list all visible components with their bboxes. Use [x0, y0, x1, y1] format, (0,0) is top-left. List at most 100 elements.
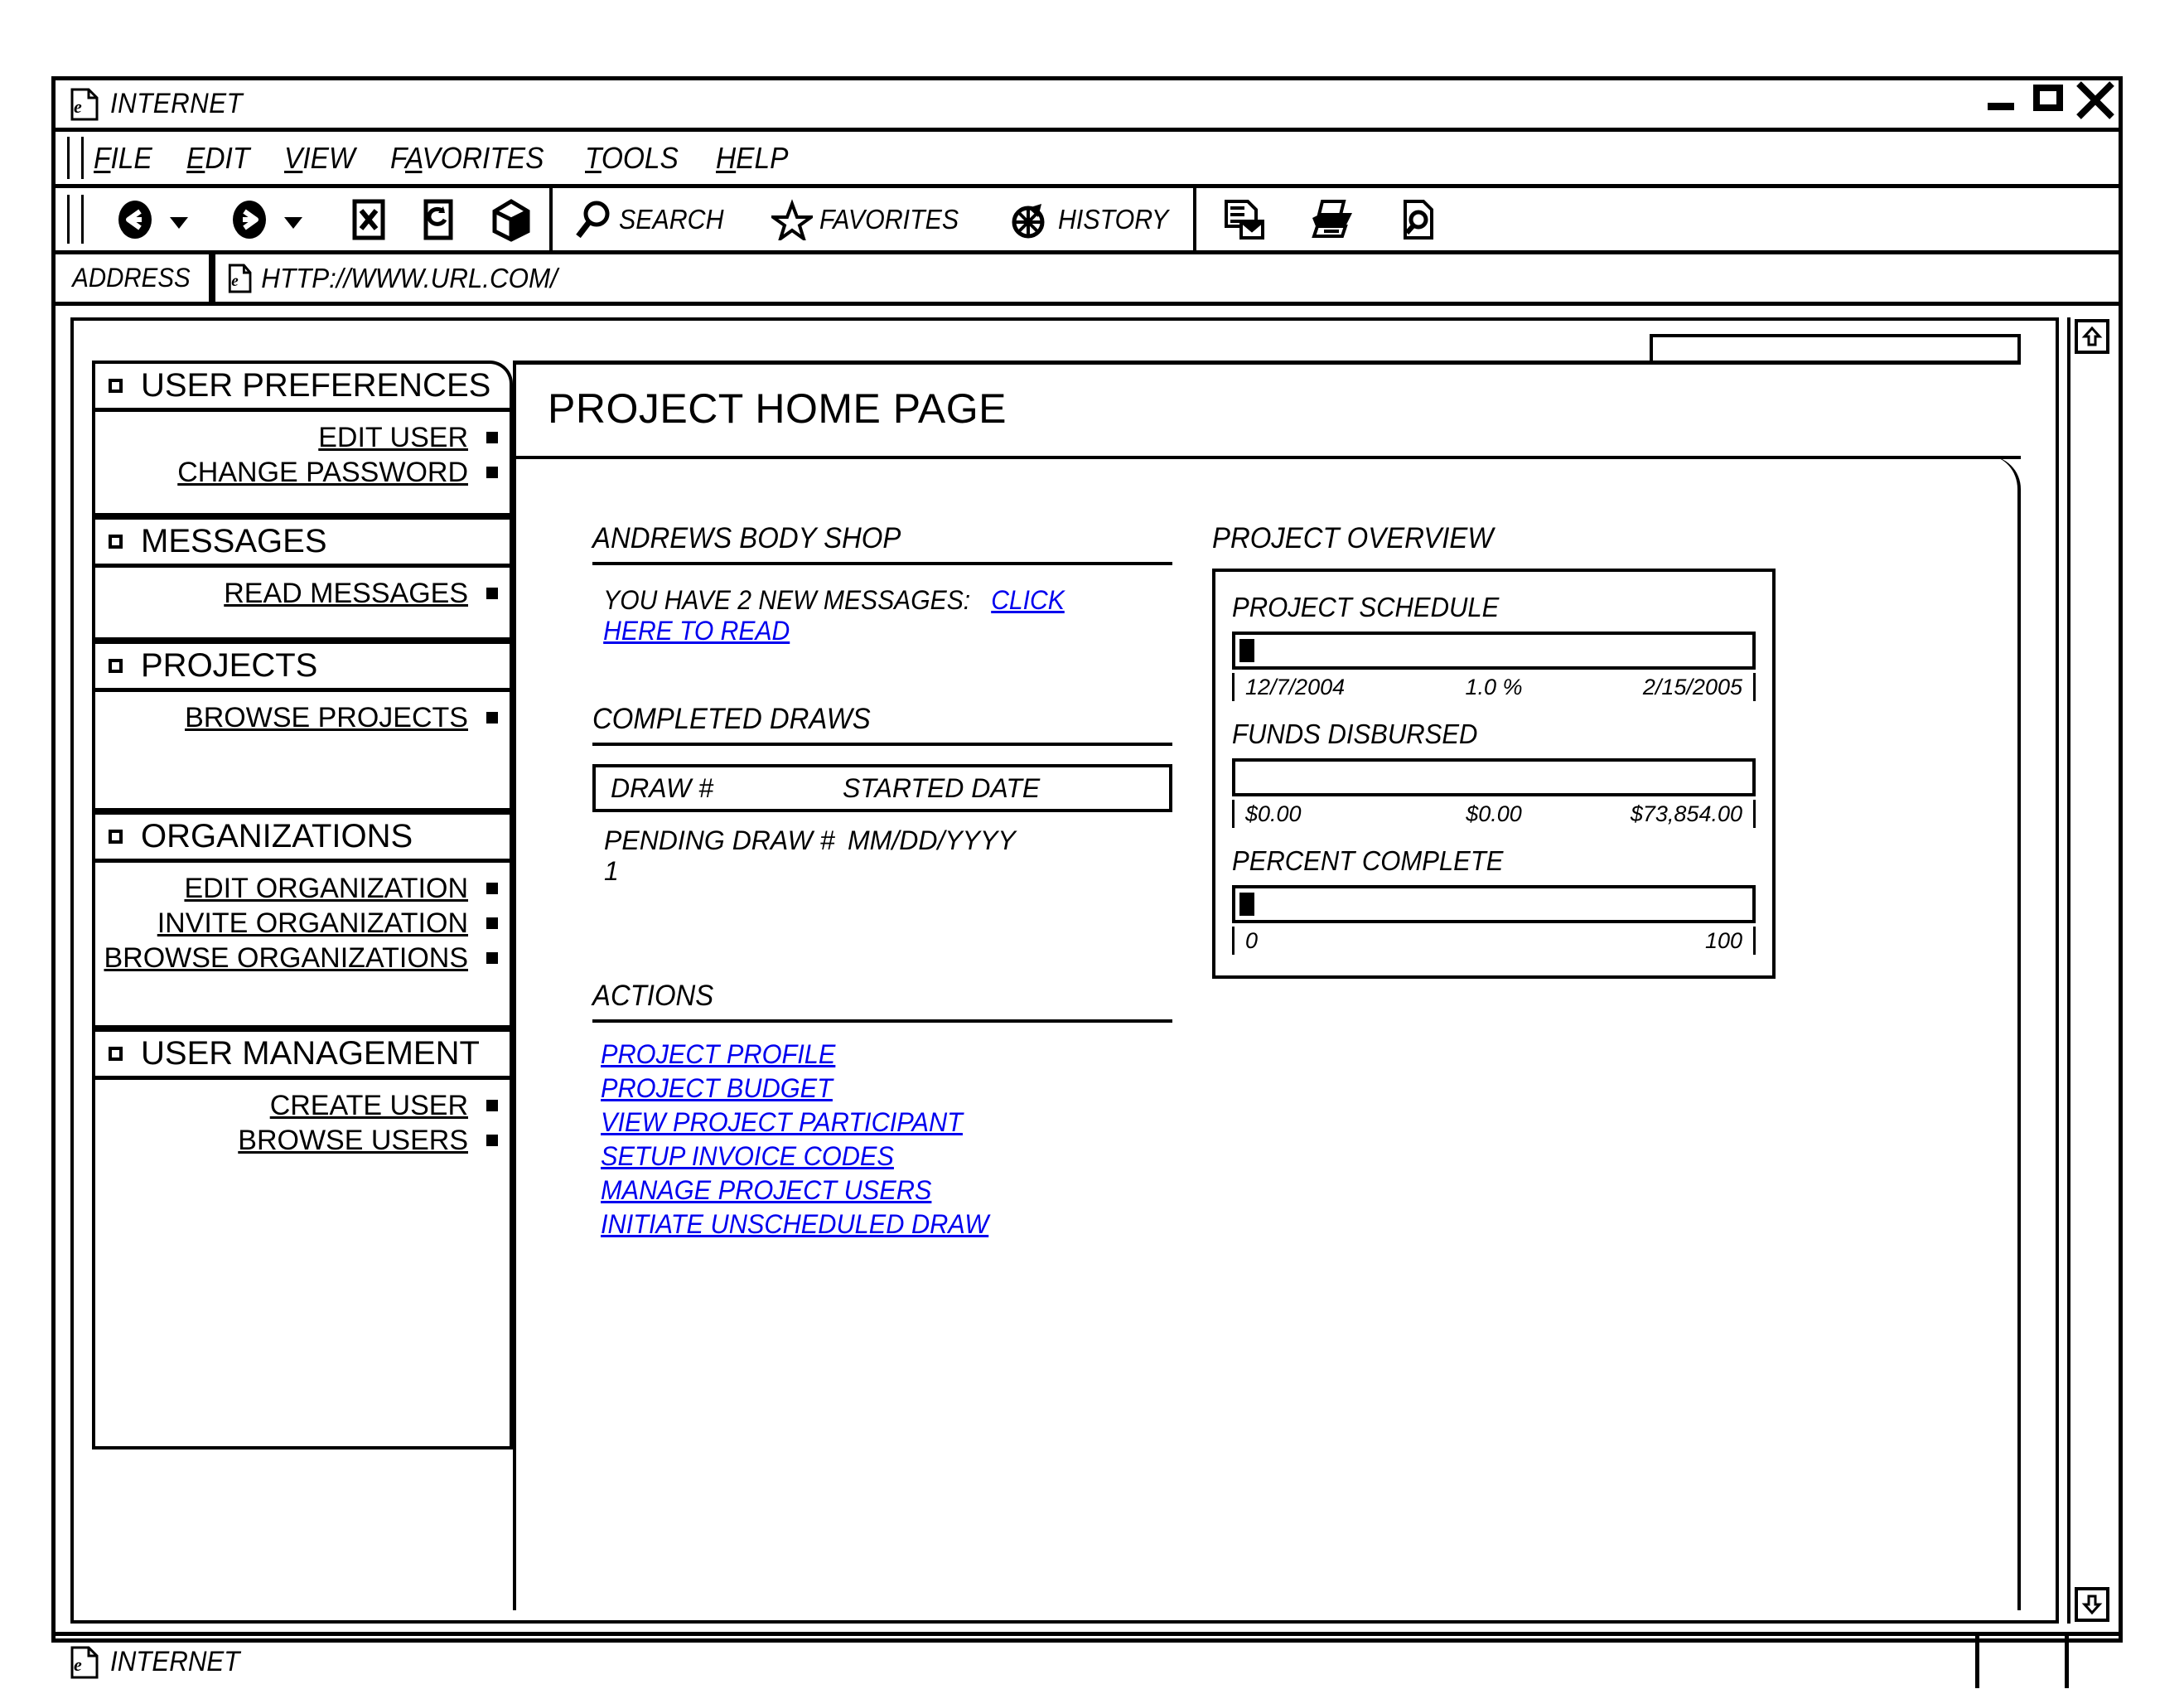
- cell-draw-number: PENDING DRAW # 1: [604, 825, 835, 886]
- action-setup-invoice-codes[interactable]: SETUP INVOICE CODES: [601, 1141, 894, 1172]
- status-bar: e INTERNET: [56, 1632, 2119, 1688]
- sidebar-group-label: PROJECTS: [141, 647, 318, 684]
- sidebar-link-label: CREATE USER: [269, 1089, 468, 1121]
- stop-x-icon: [352, 199, 385, 240]
- action-manage-project-users[interactable]: MANAGE PROJECT USERS: [601, 1175, 931, 1206]
- stop-button[interactable]: [349, 196, 389, 243]
- edit-button[interactable]: [1399, 198, 1438, 241]
- content-column-right: PROJECT OVERVIEW PROJECT SCHEDULE 12/7/2…: [1212, 522, 1776, 979]
- action-initiate-unscheduled-draw[interactable]: INITIATE UNSCHEDULED DRAW: [601, 1209, 988, 1240]
- bullet-icon: [486, 1135, 498, 1146]
- history-button[interactable]: HISTORY: [1008, 199, 1178, 240]
- scale-tick-right: [1753, 800, 1756, 828]
- close-icon[interactable]: [2072, 75, 2119, 122]
- maximize-icon[interactable]: [2026, 75, 2072, 122]
- printer-icon: [1312, 199, 1353, 238]
- browser-title-bar: e INTERNET: [56, 80, 2119, 132]
- sidebar-item-change-password[interactable]: CHANGE PASSWORD: [95, 455, 510, 490]
- progress-bar-project-schedule: [1232, 632, 1756, 670]
- actions-block: ACTIONS PROJECT PROFILE PROJECT BUDGET V…: [592, 980, 1172, 1240]
- sidebar-link-label: CHANGE PASSWORD: [177, 456, 468, 488]
- window-controls: [1979, 75, 2119, 122]
- project-overview-panel: PROJECT SCHEDULE 12/7/2004 1.0 % 2/15/20…: [1212, 569, 1776, 979]
- sidebar-group-projects: PROJECTS BROWSE PROJECTS: [92, 641, 513, 811]
- history-clock-icon: [1012, 203, 1045, 238]
- toolbar-drag-handle[interactable]: [67, 195, 84, 244]
- scale-end-value: 100: [1704, 928, 1742, 953]
- bullet-icon: [486, 952, 498, 964]
- address-bar: ADDRESS e HTTP://WWW.URL.COM/: [56, 254, 2119, 306]
- sidebar-item-create-user[interactable]: CREATE USER: [95, 1088, 510, 1123]
- mail-button[interactable]: [1221, 198, 1266, 241]
- metric-label: FUNDS DISBURSED: [1232, 719, 1478, 749]
- vertical-scrollbar[interactable]: [2067, 317, 2114, 1624]
- forward-button[interactable]: [226, 196, 302, 243]
- search-button[interactable]: SEARCH: [574, 199, 733, 240]
- sidebar-item-edit-organization[interactable]: EDIT ORGANIZATION: [95, 871, 510, 906]
- svg-text:e: e: [74, 96, 82, 117]
- scale-tick-left: [1232, 800, 1235, 828]
- action-project-profile[interactable]: PROJECT PROFILE: [601, 1039, 835, 1070]
- back-dropdown-caret[interactable]: [170, 216, 188, 229]
- address-input[interactable]: e HTTP://WWW.URL.COM/: [219, 263, 558, 294]
- sidebar-item-invite-organization[interactable]: INVITE ORGANIZATION: [95, 906, 510, 941]
- section-divider: [592, 562, 1172, 565]
- menu-item-tools[interactable]: TOOLS: [585, 141, 679, 176]
- project-overview-heading: PROJECT OVERVIEW: [1212, 522, 1494, 554]
- metric-scale: 0 100: [1232, 927, 1756, 955]
- action-project-budget[interactable]: PROJECT BUDGET: [601, 1073, 833, 1104]
- address-divider: [208, 254, 215, 302]
- forward-dropdown-caret[interactable]: [284, 216, 302, 229]
- menu-item-edit[interactable]: EDIT: [186, 141, 249, 176]
- sidebar-item-user-management[interactable]: USER MANAGEMENT: [92, 1028, 513, 1080]
- sidebar-group-user-management: USER MANAGEMENT CREATE USER BROWSE USERS: [92, 1028, 513, 1449]
- status-text: INTERNET: [110, 1646, 240, 1677]
- sidebar-link-label: BROWSE ORGANIZATIONS: [104, 941, 468, 974]
- forward-arrow-icon: [233, 200, 266, 239]
- back-button[interactable]: [112, 196, 188, 243]
- browser-title: INTERNET: [110, 88, 244, 119]
- action-view-project-participant[interactable]: VIEW PROJECT PARTICIPANT: [601, 1107, 963, 1138]
- status-slot-1: [1975, 1636, 1979, 1688]
- magnifier-icon: [576, 201, 610, 238]
- menu-item-help[interactable]: HELP: [716, 141, 788, 176]
- sidebar-item-read-messages[interactable]: READ MESSAGES: [95, 576, 510, 611]
- sidebar-group-user-preferences: USER PREFERENCES EDIT USER CHANGE PASSWO…: [92, 361, 513, 516]
- menu-item-favorites[interactable]: FAVORITES: [390, 141, 544, 176]
- main-panel: PROJECT HOME PAGE ANDREWS BODY SHOP YOU …: [513, 361, 2021, 1610]
- sidebar-link-label: EDIT ORGANIZATION: [184, 872, 468, 904]
- sidebar-group-label: MESSAGES: [141, 523, 327, 559]
- minimize-icon[interactable]: [1979, 75, 2026, 122]
- refresh-button[interactable]: [418, 196, 458, 243]
- completed-draws-block: COMPLETED DRAWS DRAW # STARTED DATE PEND…: [592, 703, 1172, 887]
- scale-start-value: $0.00: [1245, 801, 1302, 826]
- sidebar-item-browse-organizations[interactable]: BROWSE ORGANIZATIONS: [95, 941, 510, 975]
- home-button[interactable]: [488, 196, 534, 243]
- sidebar-item-browse-users[interactable]: BROWSE USERS: [95, 1123, 510, 1158]
- bullet-square-icon: [109, 535, 123, 549]
- sidebar-item-messages[interactable]: MESSAGES: [92, 516, 513, 568]
- sidebar-item-projects[interactable]: PROJECTS: [92, 641, 513, 692]
- print-button[interactable]: [1307, 198, 1357, 241]
- scroll-up-arrow-icon[interactable]: [2075, 319, 2109, 354]
- actions-list: PROJECT PROFILE PROJECT BUDGET VIEW PROJ…: [592, 1039, 1172, 1240]
- document-search-icon: [1404, 199, 1434, 240]
- scroll-down-arrow-icon[interactable]: [2075, 1587, 2109, 1622]
- bullet-square-icon: [109, 659, 123, 673]
- browser-window: e INTERNET FFILEILE EDIT VIEW FAVORITES …: [51, 76, 2123, 1688]
- bullet-icon: [486, 432, 498, 443]
- sidebar-item-user-preferences[interactable]: USER PREFERENCES: [92, 361, 513, 412]
- completed-draws-heading: COMPLETED DRAWS: [592, 703, 871, 735]
- favorites-button[interactable]: FAVORITES: [771, 198, 971, 240]
- menu-item-file[interactable]: FFILEILE: [94, 141, 152, 176]
- sidebar-item-edit-user[interactable]: EDIT USER: [95, 420, 510, 455]
- metric-label: PERCENT COMPLETE: [1232, 845, 1504, 876]
- menu-drag-handle[interactable]: [67, 137, 84, 179]
- sidebar-link-label: READ MESSAGES: [224, 577, 468, 609]
- sidebar-item-organizations[interactable]: ORGANIZATIONS: [92, 811, 513, 863]
- metric-scale: 12/7/2004 1.0 % 2/15/2005: [1232, 673, 1756, 701]
- browser-viewport: LOGO HOME LOG OUT STEVE JOHNSON – JOHNSO…: [56, 306, 2119, 1632]
- menu-item-view[interactable]: VIEW: [284, 141, 355, 176]
- table-row: PENDING DRAW # 1 MM/DD/YYYY: [592, 825, 1172, 887]
- sidebar-item-browse-projects[interactable]: BROWSE PROJECTS: [95, 700, 510, 735]
